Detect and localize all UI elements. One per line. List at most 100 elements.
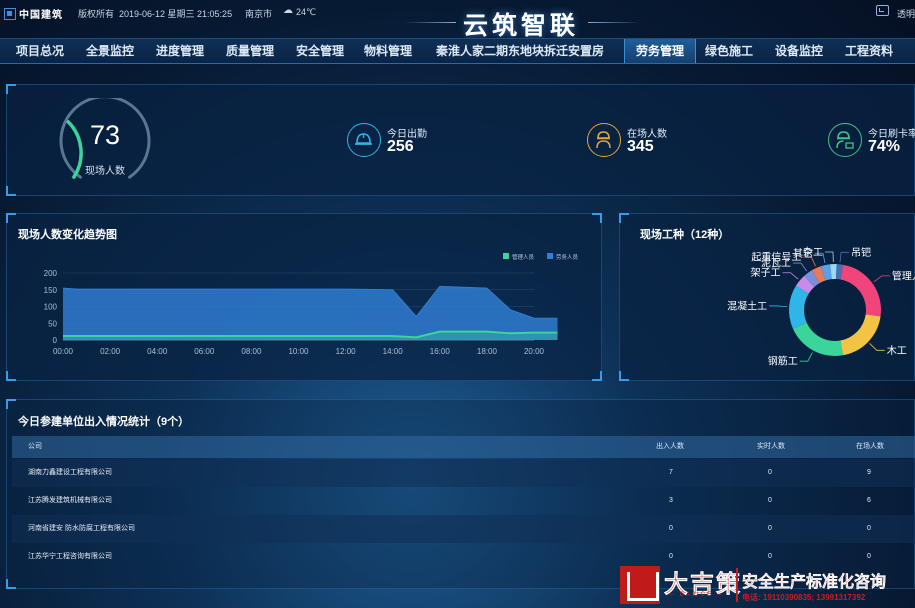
project-selector[interactable]: 秦淮人家二期东地块拆迁安置房 xyxy=(436,39,604,63)
cell-realtime: 0 xyxy=(768,469,772,476)
company-logo: 中国建筑 xyxy=(4,6,63,21)
title-decoration-left xyxy=(404,22,456,23)
worker-icon xyxy=(587,123,621,157)
dajice-logo-icon xyxy=(620,566,660,604)
cell-onsite: 9 xyxy=(867,469,871,476)
watermark-slogan: 安全生产标准化咨询 xyxy=(742,574,887,591)
donut-slice xyxy=(792,322,843,356)
cell-onsite: 0 xyxy=(867,525,871,532)
nav-item-overview[interactable]: 项目总况 xyxy=(16,39,64,63)
cell-company: 湖南力鑫建设工程有限公司 xyxy=(28,469,112,476)
cloud-icon: ☁ xyxy=(283,5,293,16)
legend-swatch xyxy=(547,253,553,259)
panel-corner xyxy=(6,399,16,409)
cell-inout: 3 xyxy=(669,497,673,504)
donut-slice xyxy=(789,285,809,329)
legend-label: 劳务人员 xyxy=(556,253,579,261)
display-mode-label[interactable]: 透明 xyxy=(897,7,915,20)
city-text: 南京市 xyxy=(245,9,273,19)
slice-label: 吊钯 xyxy=(851,247,871,259)
legend-swatch xyxy=(503,253,509,259)
panel-corner xyxy=(6,186,16,196)
temperature-text: 24℃ xyxy=(296,7,317,17)
nav-item-documents[interactable]: 工程资料 xyxy=(845,39,893,63)
trend-chart: 0 50 100 150 200 00:00 02:00 04:00 06:00 08:00 10:… xyxy=(44,253,579,356)
watermark-divider xyxy=(736,568,738,602)
x-tick-label: 00:00 xyxy=(53,347,74,356)
watermark: 大吉策 — DAJICE — 安全生产标准化咨询 电话: 19110390835… xyxy=(618,562,915,608)
cell-inout: 7 xyxy=(669,469,673,476)
copyright-text: 版权所有 xyxy=(78,9,115,19)
y-tick-label: 200 xyxy=(44,269,58,278)
x-tick-label: 02:00 xyxy=(100,347,121,356)
x-tick-label: 14:00 xyxy=(383,347,404,356)
slice-label: 混凝土工 xyxy=(727,299,767,312)
slice-leader-line xyxy=(839,251,850,263)
col-realtime: 实时人数 xyxy=(757,443,785,450)
col-company: 公司 xyxy=(28,443,42,450)
col-inout: 出入人数 xyxy=(656,443,684,450)
y-tick-label: 150 xyxy=(44,286,58,295)
slice-label: 杂工 xyxy=(803,247,823,259)
nav-item-green[interactable]: 绿色施工 xyxy=(705,39,753,63)
x-tick-label: 10:00 xyxy=(288,347,309,356)
units-table-header: 公司 出入人数 实时人数 在场人数 xyxy=(12,436,915,458)
watermark-brand-en: — DAJICE — xyxy=(668,592,725,598)
datetime-text: 2019-06-12 星期三 21:05:25 xyxy=(119,9,233,19)
units-title: 今日参建单位出入情况统计（9个） xyxy=(18,416,190,428)
slice-leader-line xyxy=(782,272,799,280)
cell-realtime: 0 xyxy=(768,525,772,532)
app-title: 云筑智联 xyxy=(463,12,580,40)
nav-item-monitoring[interactable]: 全景监控 xyxy=(86,39,134,63)
stat-card-rate-value: 74% xyxy=(868,138,901,155)
slice-leader-line xyxy=(873,275,890,283)
nav-item-progress[interactable]: 进度管理 xyxy=(156,39,204,63)
table-row[interactable]: 江苏腾发建筑机械有限公司 3 0 6 xyxy=(12,487,915,515)
slice-leader-line xyxy=(869,343,885,351)
cscec-logo-icon xyxy=(4,7,16,20)
slice-leader-line xyxy=(799,352,813,362)
slice-leader-line xyxy=(824,251,834,263)
nav-item-safety[interactable]: 安全管理 xyxy=(296,39,344,63)
legend-label: 管理人员 xyxy=(512,253,535,261)
y-tick-label: 100 xyxy=(44,303,58,312)
x-tick-label: 20:00 xyxy=(524,347,545,356)
x-tick-label: 12:00 xyxy=(336,347,357,356)
y-tick-label: 50 xyxy=(48,319,57,328)
display-mode-icon[interactable] xyxy=(876,5,889,16)
main-nav: 项目总况 全景监控 进度管理 质量管理 安全管理 物料管理 秦淮人家二期东地块拆… xyxy=(0,38,915,64)
slice-label: 木工 xyxy=(887,345,907,357)
x-tick-label: 06:00 xyxy=(194,347,215,356)
card-worker-icon xyxy=(828,123,862,157)
nav-item-equipment[interactable]: 设备监控 xyxy=(775,39,823,63)
onsite-gauge: 73 现场人数 xyxy=(57,95,153,194)
cell-company: 江苏腾发建筑机械有限公司 xyxy=(28,497,112,504)
top-bar: 中国建筑 版权所有 2019-06-12 星期三 21:05:25 南京市 ☁ … xyxy=(0,0,915,40)
stat-onsite-value: 345 xyxy=(627,138,654,155)
table-row[interactable]: 湖南力鑫建设工程有限公司 7 0 9 xyxy=(12,459,915,487)
nav-item-materials[interactable]: 物料管理 xyxy=(364,39,412,63)
y-tick-label: 0 xyxy=(53,336,58,345)
onsite-label: 现场人数 xyxy=(85,166,125,177)
onsite-count: 73 xyxy=(89,120,121,150)
slice-label: 钢筋工 xyxy=(768,355,798,368)
stat-attendance-value: 256 xyxy=(387,138,414,155)
slice-label: 管理人员 xyxy=(892,269,915,282)
summary-panel: 73 现场人数 今日出勤 256 在场人数 345 今日刷卡率 74% xyxy=(6,84,915,196)
trend-panel: 现场人数变化趋势图 0 50 100 150 200 00:00 02:00 04:00 06:… xyxy=(6,213,602,381)
title-decoration-right xyxy=(588,22,640,23)
company-name: 中国建筑 xyxy=(19,10,63,21)
donut-slice xyxy=(840,264,881,317)
x-tick-label: 18:00 xyxy=(477,347,498,356)
nav-item-quality[interactable]: 质量管理 xyxy=(226,39,274,63)
table-row[interactable]: 河南省建安 防水防腐工程有限公司 0 0 0 xyxy=(12,515,915,543)
panel-corner xyxy=(6,579,16,589)
slice-leader-line xyxy=(769,305,788,308)
worktype-donut: 管理人员木工钢筋工混凝土工架子工泥瓦工起重信号工其它杂工吊钯 xyxy=(727,247,915,368)
cell-company: 江苏华宁工程咨询有限公司 xyxy=(28,553,112,560)
nav-item-labor[interactable]: 劳务管理 xyxy=(624,39,697,63)
cell-realtime: 0 xyxy=(768,497,772,504)
cell-inout: 0 xyxy=(669,525,673,532)
watermark-phone: 电话: 19110390835; 13991317392 xyxy=(742,593,866,602)
cell-onsite: 6 xyxy=(867,497,871,504)
